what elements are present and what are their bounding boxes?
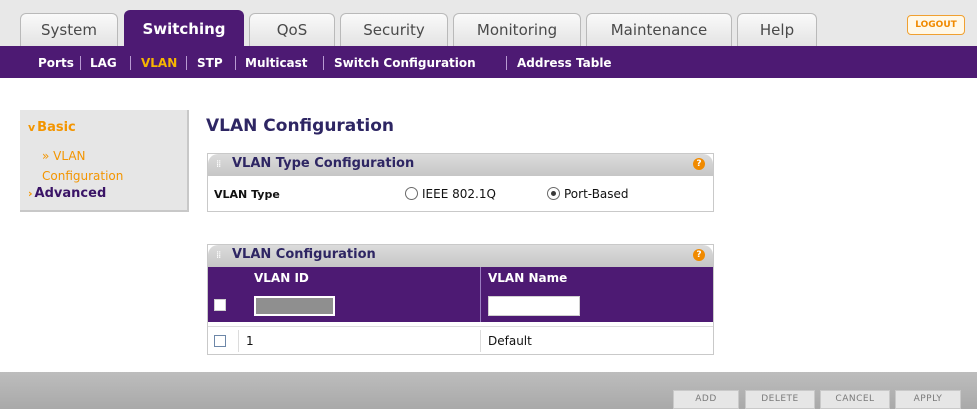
sidebar-advanced[interactable]: › Advanced (28, 186, 106, 201)
new-entry-checkbox[interactable] (214, 299, 226, 311)
sidebar: v Basic » VLAN Configuration › Advanced (20, 110, 189, 212)
radio-port-based-label: Port-Based (564, 187, 629, 201)
sidebar-basic[interactable]: v Basic (28, 120, 76, 135)
page-title: VLAN Configuration (206, 116, 395, 136)
logout-button[interactable]: LOGOUT (907, 15, 965, 35)
delete-button[interactable]: DELETE (745, 390, 815, 409)
grip-icon: ⁞⁞ (216, 250, 221, 261)
subnav-lag[interactable]: LAG (90, 48, 117, 78)
new-entry-row (208, 289, 713, 322)
sidebar-advanced-label: Advanced (34, 186, 107, 201)
add-button[interactable]: ADD (673, 390, 739, 409)
subnav-vlan[interactable]: VLAN (141, 48, 177, 78)
grip-icon: ⁞⁞ (216, 159, 221, 170)
subnav-address-table[interactable]: Address Table (517, 48, 612, 78)
column-vlan-id: VLAN ID (254, 271, 309, 285)
radio-ieee-8021q[interactable] (405, 187, 418, 200)
top-navigation: System Switching QoS Security Monitoring… (0, 0, 977, 48)
vlan-id-input[interactable] (254, 296, 335, 316)
radio-ieee-8021q-label: IEEE 802.1Q (422, 187, 496, 201)
panel-title: VLAN Configuration (232, 247, 376, 262)
subnav-ports[interactable]: Ports (38, 48, 74, 78)
subnav-switch-configuration[interactable]: Switch Configuration (334, 48, 476, 78)
vlan-type-row: VLAN Type IEEE 802.1Q Port-Based (208, 180, 713, 210)
vlan-id-cell: 1 (246, 334, 254, 348)
vlan-name-input[interactable] (488, 296, 580, 316)
radio-port-based[interactable] (547, 187, 560, 200)
sidebar-basic-label: Basic (37, 120, 76, 135)
chevron-down-icon: v (28, 121, 36, 134)
panel-title: VLAN Type Configuration (232, 156, 415, 171)
tab-system[interactable]: System (20, 13, 118, 46)
cancel-button[interactable]: CANCEL (820, 390, 890, 409)
vlan-type-label: VLAN Type (214, 188, 280, 201)
tab-monitoring[interactable]: Monitoring (453, 13, 581, 46)
sub-navigation: Ports LAG VLAN STP Multicast Switch Conf… (0, 48, 977, 78)
table-row: 1 Default (208, 330, 713, 352)
panel-header: ⁞⁞ VLAN Type Configuration ? (208, 154, 713, 176)
subnav-multicast[interactable]: Multicast (245, 48, 308, 78)
tab-switching[interactable]: Switching (124, 10, 244, 48)
row-checkbox[interactable] (214, 335, 226, 347)
column-vlan-name: VLAN Name (488, 271, 568, 285)
help-icon[interactable]: ? (693, 158, 705, 170)
table-header: VLAN ID VLAN Name (208, 267, 713, 289)
help-icon[interactable]: ? (693, 249, 705, 261)
vlan-name-cell: Default (488, 334, 532, 348)
subnav-stp[interactable]: STP (197, 48, 223, 78)
sidebar-item-label: VLAN (53, 149, 86, 163)
tab-qos[interactable]: QoS (249, 13, 335, 46)
panel-header: ⁞⁞ VLAN Configuration ? (208, 245, 713, 267)
sidebar-item-vlan-configuration[interactable]: » VLAN Configuration (42, 146, 123, 186)
vlan-config-panel: ⁞⁞ VLAN Configuration ? VLAN ID VLAN Nam… (207, 244, 714, 355)
tab-help[interactable]: Help (737, 13, 817, 46)
tab-maintenance[interactable]: Maintenance (586, 13, 732, 46)
chevron-right-icon: › (28, 187, 33, 200)
tab-security[interactable]: Security (340, 13, 448, 46)
double-chevron-icon: » (42, 149, 50, 163)
sidebar-item-label-cont: Configuration (42, 169, 124, 183)
vlan-type-panel: ⁞⁞ VLAN Type Configuration ? VLAN Type I… (207, 153, 714, 212)
apply-button[interactable]: APPLY (895, 390, 961, 409)
